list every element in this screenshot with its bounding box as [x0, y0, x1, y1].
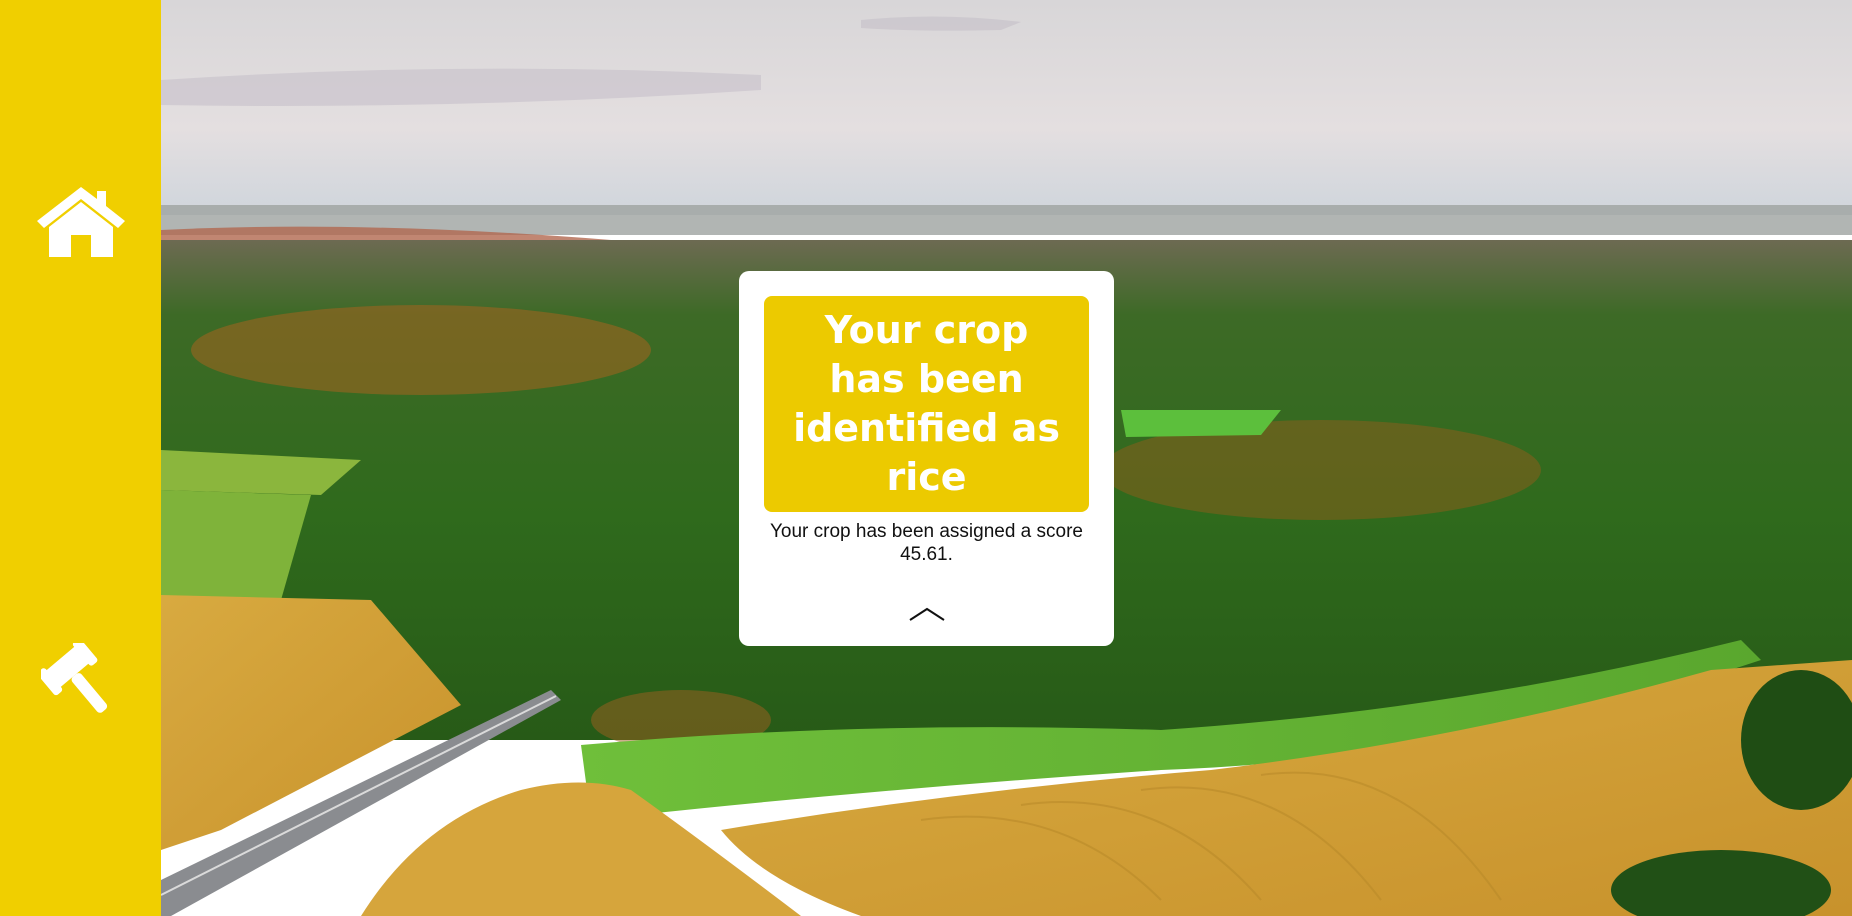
- app-root: Your crop has been identified as rice Yo…: [0, 0, 1852, 916]
- home-icon: [36, 186, 125, 264]
- sidebar: [0, 0, 161, 916]
- score-text: Your crop has been assigned a score 45.6…: [769, 521, 1083, 565]
- sidebar-item-home[interactable]: [0, 170, 161, 280]
- result-banner: Your crop has been identified as rice: [764, 296, 1089, 512]
- gavel-icon: [37, 638, 121, 728]
- sidebar-item-gavel[interactable]: [0, 630, 161, 740]
- result-title: Your crop has been identified as rice: [793, 308, 1060, 499]
- result-card: Your crop has been identified as rice Yo…: [739, 271, 1114, 646]
- collapse-button[interactable]: [906, 605, 947, 627]
- chevron-up-icon: [908, 607, 945, 626]
